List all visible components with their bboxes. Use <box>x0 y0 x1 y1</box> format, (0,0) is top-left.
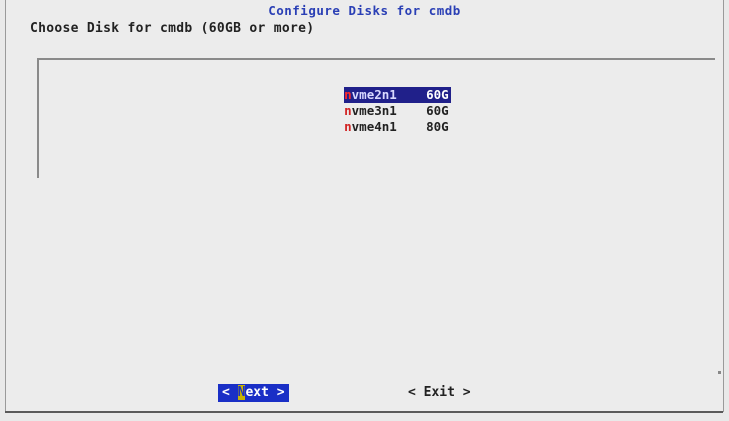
dialog-prompt: Choose Disk for cmdb (60GB or more) <box>30 21 315 36</box>
dialog-bottom-border <box>5 411 723 413</box>
disk-option-nvme3n1[interactable]: nvme3n1 60G <box>314 87 449 118</box>
dialog-title: Configure Disks for cmdb <box>268 3 461 18</box>
exit-button[interactable]: < Exit > <box>408 384 471 402</box>
disk-hotkey: n <box>344 119 352 134</box>
disk-name-rest: vme4n1 <box>351 119 397 134</box>
disk-option-nvme2n1[interactable]: nvme2n1 60G <box>314 71 451 103</box>
scroll-indicator <box>718 371 721 374</box>
disk-option-nvme4n1[interactable]: nvme4n1 80G <box>314 103 449 134</box>
next-label: ext <box>245 385 269 400</box>
disk-size: 80G <box>426 119 449 134</box>
next-button[interactable]: < Next > <box>218 384 289 402</box>
next-bracket-left: < <box>222 385 238 400</box>
disk-config-dialog: Configure Disks for cmdb Choose Disk for… <box>5 0 724 412</box>
disk-name: nvme4n1 <box>344 119 426 135</box>
next-bracket-right: > <box>268 385 285 400</box>
